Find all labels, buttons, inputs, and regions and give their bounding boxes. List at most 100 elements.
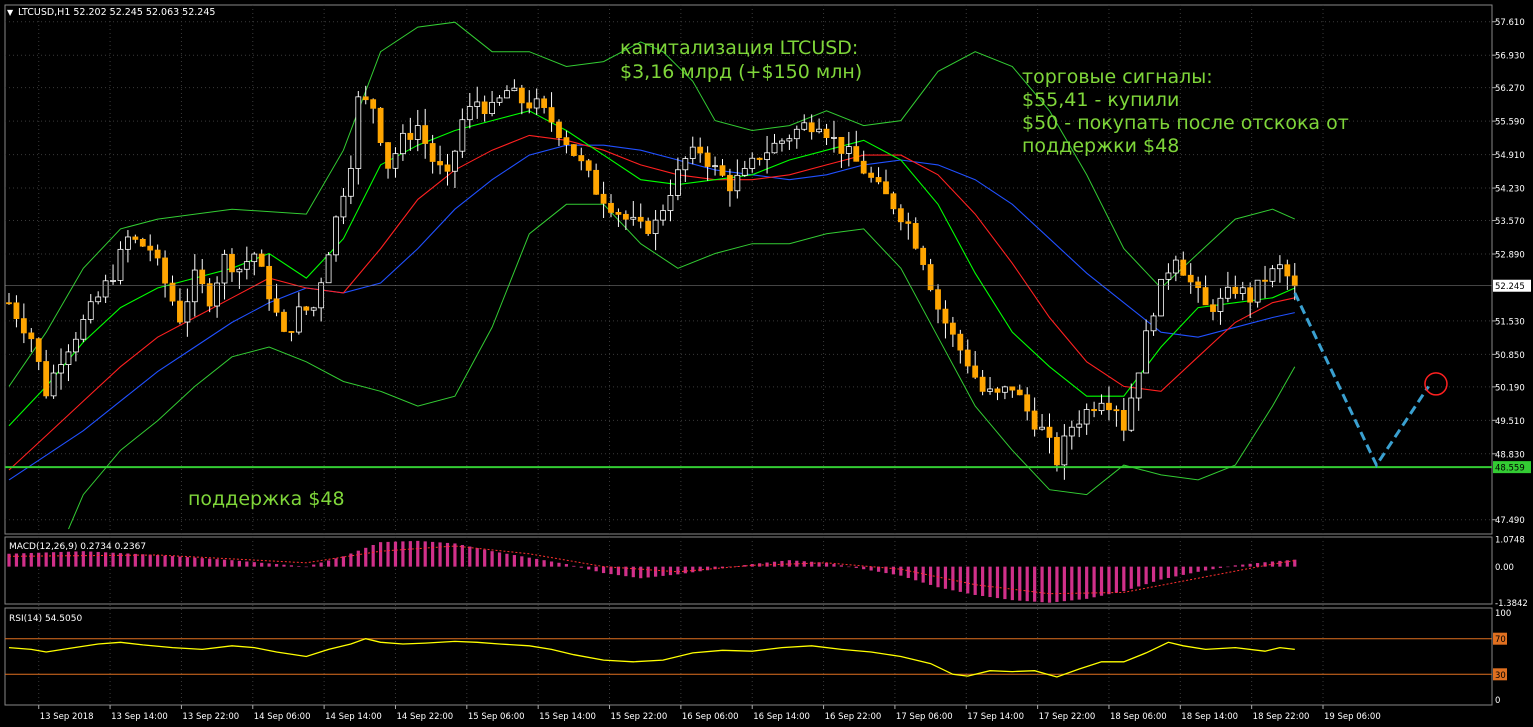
candle[interactable] (548, 107, 555, 123)
candle[interactable] (466, 106, 473, 121)
candle[interactable] (972, 365, 979, 378)
candle[interactable] (1165, 272, 1172, 280)
trading-chart[interactable]: ▼ LTCUSD,H1 52.202 52.245 52.063 52.245 … (0, 0, 1533, 727)
candle[interactable] (727, 174, 733, 192)
candle[interactable] (1158, 278, 1164, 317)
candle[interactable] (214, 282, 221, 307)
candle[interactable] (377, 107, 384, 143)
candle[interactable] (28, 332, 35, 340)
candle[interactable] (764, 152, 770, 160)
candle[interactable] (860, 160, 867, 174)
candle[interactable] (1083, 409, 1090, 425)
candle[interactable] (1202, 287, 1209, 306)
candle[interactable] (80, 319, 87, 340)
candle[interactable] (385, 142, 391, 169)
candle[interactable] (674, 169, 681, 196)
candle[interactable] (771, 142, 778, 154)
candle[interactable] (1002, 386, 1008, 393)
candle[interactable] (920, 247, 927, 265)
candle[interactable] (838, 136, 845, 154)
candle[interactable] (1210, 304, 1216, 312)
candle[interactable] (199, 269, 206, 285)
candle[interactable] (1276, 264, 1283, 270)
candle[interactable] (437, 161, 443, 166)
candle[interactable] (556, 121, 562, 139)
candle[interactable] (1217, 297, 1224, 312)
candle[interactable] (95, 296, 102, 303)
candle[interactable] (1224, 286, 1231, 299)
candle[interactable] (429, 143, 436, 162)
candle[interactable] (72, 338, 79, 353)
candle[interactable] (6, 302, 12, 305)
candle[interactable] (883, 181, 889, 195)
candle[interactable] (1009, 386, 1016, 391)
candle[interactable] (511, 87, 518, 92)
candle[interactable] (139, 238, 146, 247)
candle[interactable] (1195, 281, 1202, 288)
candle[interactable] (1046, 426, 1053, 438)
candle[interactable] (177, 300, 183, 323)
candle[interactable] (340, 195, 347, 218)
candle[interactable] (489, 101, 495, 114)
candle[interactable] (875, 177, 882, 183)
candle[interactable] (756, 157, 763, 160)
candle[interactable] (1024, 394, 1031, 412)
candle[interactable] (526, 102, 533, 109)
candle[interactable] (422, 125, 429, 144)
candle[interactable] (333, 216, 339, 256)
candle[interactable] (1150, 315, 1157, 332)
candle[interactable] (801, 122, 808, 130)
candle[interactable] (518, 87, 525, 104)
candle[interactable] (667, 195, 674, 212)
candle[interactable] (563, 137, 570, 146)
candle[interactable] (87, 301, 94, 320)
candle[interactable] (1098, 402, 1105, 412)
candle[interactable] (266, 265, 273, 300)
candle[interactable] (942, 308, 949, 324)
candle[interactable] (749, 157, 756, 169)
candle[interactable] (288, 331, 295, 333)
candle[interactable] (1291, 275, 1298, 287)
candle[interactable] (236, 268, 243, 273)
candle[interactable] (1031, 410, 1038, 430)
candle[interactable] (184, 301, 191, 323)
candle[interactable] (1076, 423, 1083, 428)
candle[interactable] (637, 216, 644, 222)
candle[interactable] (1187, 274, 1194, 283)
candle[interactable] (258, 253, 265, 267)
candle[interactable] (994, 388, 1001, 393)
candle[interactable] (533, 98, 540, 109)
candle[interactable] (355, 96, 362, 169)
candle[interactable] (912, 223, 919, 249)
candle[interactable] (414, 125, 421, 140)
candle[interactable] (229, 253, 235, 273)
candle[interactable] (474, 101, 481, 107)
candle[interactable] (957, 333, 964, 351)
candle[interactable] (1039, 426, 1045, 430)
candle[interactable] (303, 306, 310, 311)
candle[interactable] (1172, 259, 1179, 274)
candle[interactable] (608, 202, 614, 213)
candle[interactable] (1054, 436, 1060, 466)
candle[interactable] (452, 150, 458, 172)
candle[interactable] (578, 155, 585, 162)
candle[interactable] (600, 193, 607, 204)
candle[interactable] (1269, 268, 1276, 282)
candle[interactable] (1143, 330, 1150, 374)
candle[interactable] (362, 96, 369, 101)
menu-arrow-icon[interactable]: ▼ (7, 8, 14, 17)
candle[interactable] (779, 140, 785, 144)
candle[interactable] (1262, 279, 1268, 282)
candle[interactable] (1180, 259, 1187, 276)
candle[interactable] (660, 210, 666, 221)
candle[interactable] (251, 253, 258, 263)
candle[interactable] (964, 349, 971, 367)
candle[interactable] (949, 322, 956, 335)
candle[interactable] (125, 236, 131, 250)
candle[interactable] (682, 158, 689, 171)
candle[interactable] (35, 338, 42, 362)
candle[interactable] (65, 351, 72, 365)
candle[interactable] (347, 168, 354, 197)
candle[interactable] (110, 280, 116, 282)
candle[interactable] (1284, 264, 1291, 277)
